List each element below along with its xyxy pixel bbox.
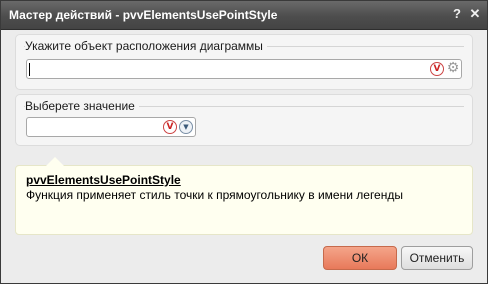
value-panel: Выберете значение V ▼ <box>15 94 473 146</box>
title-bar[interactable]: Мастер действий - pvvElementsUsePointSty… <box>1 1 487 30</box>
value-label: Выберете значение <box>25 99 139 113</box>
chevron-down-icon[interactable]: ▼ <box>179 120 193 134</box>
close-icon[interactable]: ✕ <box>468 7 482 21</box>
object-location-panel: Укажите объект расположения диаграммы V … <box>15 34 473 90</box>
object-location-input[interactable]: V ⚙ <box>26 59 462 79</box>
help-icon[interactable]: ? <box>450 7 464 21</box>
function-name: pvvElementsUsePointStyle <box>26 173 181 187</box>
function-description: Функция применяет стиль точки к прямоуго… <box>26 188 403 202</box>
ok-button[interactable]: ОК <box>323 246 397 270</box>
function-help-box: pvvElementsUsePointStyle Функция применя… <box>15 157 473 235</box>
dialog-body: Укажите объект расположения диаграммы V … <box>7 30 481 276</box>
value-select[interactable]: V ▼ <box>26 117 196 137</box>
validate-icon[interactable]: V <box>430 62 444 76</box>
action-wizard-dialog: Мастер действий - pvvElementsUsePointSty… <box>0 0 488 284</box>
validate-icon[interactable]: V <box>163 120 177 134</box>
gear-icon[interactable]: ⚙ <box>446 61 460 75</box>
cancel-button[interactable]: Отменить <box>401 246 473 270</box>
dialog-title: Мастер действий - pvvElementsUsePointSty… <box>9 8 278 22</box>
object-location-label: Укажите объект расположения диаграммы <box>25 39 267 53</box>
help-pointer <box>46 157 64 166</box>
text-caret <box>29 63 30 76</box>
